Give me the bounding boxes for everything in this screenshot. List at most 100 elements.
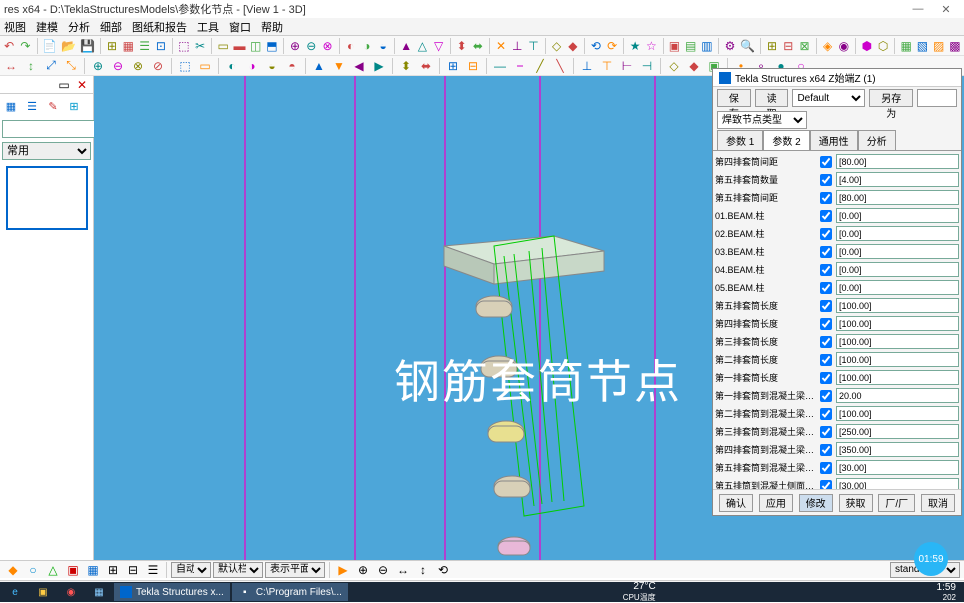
- plane-select[interactable]: 表示平面: [265, 562, 325, 578]
- menu-item[interactable]: 帮助: [261, 19, 283, 35]
- ok-button[interactable]: 确认: [719, 494, 753, 512]
- param-input[interactable]: [836, 424, 959, 439]
- toolbar-button[interactable]: ⊞: [444, 57, 462, 75]
- toolbar-button[interactable]: ◐: [343, 37, 357, 55]
- toolbar-button[interactable]: ⬌: [471, 37, 485, 55]
- toolbar-button[interactable]: ⬍: [455, 37, 469, 55]
- toolbar-button[interactable]: ⚙: [723, 37, 737, 55]
- panel-tab-2[interactable]: ☰: [23, 97, 41, 115]
- toolbar-button[interactable]: ⤡: [62, 57, 80, 75]
- toolbar-button[interactable]: ◆: [685, 57, 703, 75]
- toolbar-button[interactable]: ▧: [915, 37, 929, 55]
- toolbar-button[interactable]: ⬒: [265, 37, 279, 55]
- toolbar-button[interactable]: ▭: [216, 37, 230, 55]
- param-input[interactable]: [836, 478, 959, 489]
- bar-select[interactable]: 默认栏: [213, 562, 263, 578]
- apply-button[interactable]: 应用: [759, 494, 793, 512]
- bt-icon[interactable]: ⊟: [124, 561, 142, 579]
- modify-button[interactable]: 修改: [799, 494, 833, 512]
- param-input[interactable]: [836, 154, 959, 169]
- category-select[interactable]: 常用: [2, 142, 91, 160]
- toolbar-button[interactable]: ⊠: [797, 37, 811, 55]
- param-checkbox[interactable]: [820, 426, 832, 438]
- toolbar-button[interactable]: ⊥: [578, 57, 596, 75]
- toolbar-button[interactable]: ↔: [2, 57, 20, 75]
- type-select[interactable]: 焊致节点类型: [717, 111, 807, 129]
- toolbar-button[interactable]: ▣: [667, 37, 681, 55]
- toolbar-button[interactable]: ☆: [644, 37, 658, 55]
- toolbar-button[interactable]: ◒: [376, 37, 390, 55]
- param-input[interactable]: [836, 190, 959, 205]
- get-button[interactable]: 获取: [839, 494, 873, 512]
- param-checkbox[interactable]: [820, 156, 832, 168]
- toolbar-button[interactable]: ★: [628, 37, 642, 55]
- param-tab[interactable]: 分析: [858, 130, 896, 150]
- param-checkbox[interactable]: [820, 336, 832, 348]
- toolbar-button[interactable]: ◐: [223, 57, 241, 75]
- param-input[interactable]: [836, 172, 959, 187]
- menu-item[interactable]: 窗口: [229, 19, 251, 35]
- param-input[interactable]: [836, 370, 959, 385]
- panel-tab-1[interactable]: ▦: [2, 97, 20, 115]
- toolbar-button[interactable]: ↷: [18, 37, 32, 55]
- toolbar-button[interactable]: ⤢: [42, 57, 60, 75]
- param-input[interactable]: [836, 298, 959, 313]
- panel-tab-4[interactable]: ⊞: [65, 97, 83, 115]
- param-tab[interactable]: 参数 1: [717, 130, 763, 150]
- toolbar-button[interactable]: 📄: [41, 37, 58, 55]
- param-input[interactable]: [836, 316, 959, 331]
- toolbar-button[interactable]: ⊕: [89, 57, 107, 75]
- bt-icon[interactable]: ☰: [144, 561, 162, 579]
- toolbar-button[interactable]: ⊟: [464, 57, 482, 75]
- param-checkbox[interactable]: [820, 228, 832, 240]
- toolbar-button[interactable]: —: [491, 57, 509, 75]
- toolbar-button[interactable]: ◈: [820, 37, 834, 55]
- toolbar-button[interactable]: ⬌: [417, 57, 435, 75]
- app-icon[interactable]: ◉: [58, 583, 84, 601]
- bt-icon[interactable]: ▦: [84, 561, 102, 579]
- toolbar-button[interactable]: ▲: [399, 37, 413, 55]
- menu-item[interactable]: 工具: [197, 19, 219, 35]
- explorer-icon[interactable]: ▣: [30, 583, 56, 601]
- toolbar-button[interactable]: ◇: [665, 57, 683, 75]
- param-input[interactable]: [836, 352, 959, 367]
- toolbar-button[interactable]: ◇: [549, 37, 563, 55]
- toolbar-button[interactable]: ▽: [432, 37, 446, 55]
- toolbar-button[interactable]: ╲: [551, 57, 569, 75]
- load-button[interactable]: 读取: [755, 89, 789, 107]
- param-input[interactable]: [836, 208, 959, 223]
- toolbar-button[interactable]: ⊣: [638, 57, 656, 75]
- toolbar-button[interactable]: ⊘: [149, 57, 167, 75]
- toolbar-button[interactable]: ▦: [121, 37, 135, 55]
- toolbar-button[interactable]: ⊟: [781, 37, 795, 55]
- toolbar-button[interactable]: ⊢: [618, 57, 636, 75]
- toolbar-button[interactable]: ↶: [2, 37, 16, 55]
- toolbar-button[interactable]: ▨: [932, 37, 946, 55]
- ie-icon[interactable]: e: [2, 583, 28, 601]
- toolbar-button[interactable]: 🔍: [739, 37, 756, 55]
- toolbar-button[interactable]: ⬍: [397, 57, 415, 75]
- toolbar-button[interactable]: △: [415, 37, 429, 55]
- menu-item[interactable]: 建模: [36, 19, 58, 35]
- toolbar-button[interactable]: ✂: [193, 37, 207, 55]
- saveas-button[interactable]: 另存为: [869, 89, 913, 107]
- toolbar-button[interactable]: ⟲: [589, 37, 603, 55]
- panel-tab-3[interactable]: ✎: [44, 97, 62, 115]
- toggle-button[interactable]: 厂/厂: [878, 494, 915, 512]
- toolbar-button[interactable]: ⊞: [765, 37, 779, 55]
- save-button[interactable]: 保存: [717, 89, 751, 107]
- toolbar-button[interactable]: ⬚: [177, 37, 191, 55]
- system-tray[interactable]: 27°C CPU温度: [617, 581, 662, 603]
- cancel-button[interactable]: 取消: [921, 494, 955, 512]
- toolbar-button[interactable]: ⊖: [109, 57, 127, 75]
- toolbar-button[interactable]: ◓: [283, 57, 301, 75]
- cmd-task[interactable]: ▪C:\Program Files\...: [232, 583, 348, 601]
- bt-icon[interactable]: ⊕: [354, 561, 372, 579]
- param-tab[interactable]: 参数 2: [763, 130, 809, 150]
- param-input[interactable]: [836, 244, 959, 259]
- toolbar-button[interactable]: ◉: [837, 37, 851, 55]
- toolbar-button[interactable]: ⬡: [876, 37, 890, 55]
- param-checkbox[interactable]: [820, 282, 832, 294]
- param-input[interactable]: [836, 388, 959, 403]
- panel-close-icon[interactable]: ✕: [75, 78, 89, 92]
